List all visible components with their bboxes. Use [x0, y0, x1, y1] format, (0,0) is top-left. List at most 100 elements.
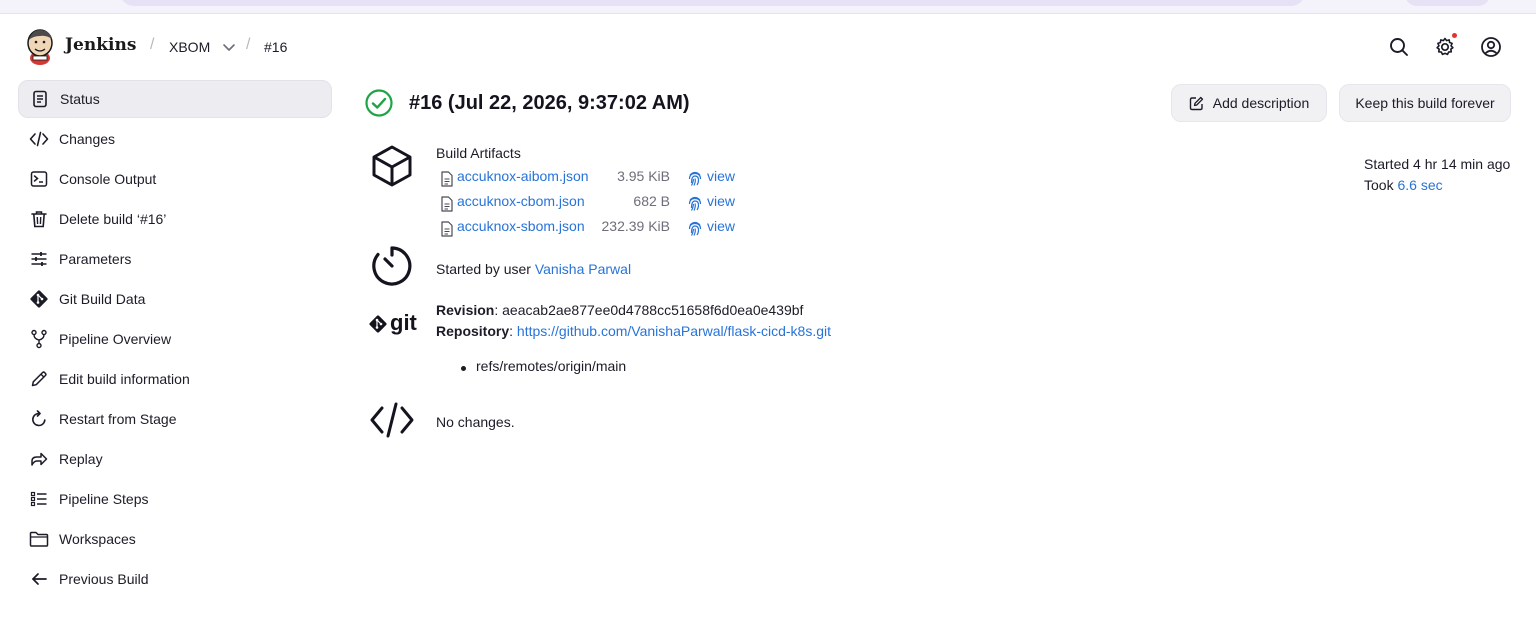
artifact-row: accuknox-sbom.json 232.39 KiB view: [440, 218, 750, 238]
sidebar-item-changes[interactable]: Changes: [18, 120, 332, 158]
sidebar-item-label: Status: [60, 91, 100, 107]
started-ago-text: Started 4 hr 14 min ago: [1364, 156, 1511, 172]
package-icon: [372, 145, 412, 187]
artifact-file-size: 682 B: [633, 193, 670, 209]
sidebar-item-label: Workspaces: [59, 531, 136, 547]
sidebar-item-edit-build-information[interactable]: Edit build information: [18, 360, 332, 398]
chevron-down-icon[interactable]: [222, 40, 236, 54]
success-check-icon: [365, 89, 393, 117]
sidebar-item-label: Git Build Data: [59, 291, 146, 307]
pencil-icon: [29, 369, 49, 389]
sidebar-item-label: Pipeline Overview: [59, 331, 172, 347]
sidebar-item-replay[interactable]: Replay: [18, 440, 332, 478]
branch-ref: refs/remotes/origin/main: [476, 358, 627, 374]
breadcrumb-job[interactable]: XBOM: [169, 39, 210, 55]
git-icon: [29, 289, 49, 309]
artifact-file-size: 232.39 KiB: [601, 218, 671, 234]
gear-icon[interactable]: [1434, 36, 1456, 58]
build-artifacts-link[interactable]: Build Artifacts: [436, 145, 521, 161]
trash-icon: [29, 209, 49, 229]
steps-icon: [29, 489, 49, 509]
breadcrumb-separator: /: [246, 36, 251, 53]
list-bullet: [461, 366, 466, 371]
timer-icon: [372, 246, 412, 286]
code-icon: [29, 129, 49, 149]
artifact-file-link[interactable]: accuknox-aibom.json: [457, 168, 589, 184]
fingerprint-icon[interactable]: [687, 220, 703, 237]
fingerprint-icon[interactable]: [687, 195, 703, 212]
app-name[interactable]: Jenkins: [65, 35, 136, 55]
artifact-file-size: 3.95 KiB: [617, 168, 670, 184]
top-header: Jenkins / XBOM / #16: [0, 14, 1536, 78]
sidebar-item-label: Previous Build: [59, 571, 149, 587]
breadcrumb-build[interactable]: #16: [264, 39, 287, 55]
file-icon: [441, 196, 453, 212]
edit-icon: [1189, 96, 1203, 110]
took-duration-link[interactable]: 6.6 sec: [1397, 177, 1442, 193]
sidebar-item-label: Console Output: [59, 171, 157, 187]
sidebar-item-parameters[interactable]: Parameters: [18, 240, 332, 278]
pipeline-icon: [29, 329, 49, 349]
no-changes-text: No changes.: [436, 414, 515, 430]
repository-row: Repository: https://github.com/VanishaPa…: [436, 323, 832, 339]
sidebar: Status Changes Console Output Delete bui…: [18, 80, 332, 600]
status-icon: [30, 89, 50, 109]
browser-button[interactable]: [1405, 0, 1490, 6]
user-link[interactable]: Vanisha Parwal: [535, 261, 631, 277]
sidebar-item-label: Delete build ‘#16’: [59, 211, 167, 227]
git-logo-text: git: [390, 310, 417, 335]
sidebar-item-workspaces[interactable]: Workspaces: [18, 520, 332, 558]
user-icon[interactable]: [1480, 36, 1502, 58]
took-label: Took: [1364, 177, 1394, 193]
view-fingerprint-link[interactable]: view: [707, 218, 735, 234]
sidebar-item-git-build-data[interactable]: Git Build Data: [18, 280, 332, 318]
started-by-label: Started by user: [436, 261, 531, 277]
artifact-file-link[interactable]: accuknox-cbom.json: [457, 193, 585, 209]
add-description-label: Add description: [1212, 95, 1310, 111]
started-by-row: Started by user Vanisha Parwal: [436, 261, 631, 277]
revision-row: Revision: aeacab2ae877ee0d4788cc51658f6d…: [436, 302, 804, 318]
replay-icon: [29, 449, 49, 469]
sidebar-item-status[interactable]: Status: [18, 80, 332, 118]
git-logo: git: [368, 310, 418, 336]
artifact-file-link[interactable]: accuknox-sbom.json: [457, 218, 585, 234]
repository-label: Repository: [436, 323, 510, 339]
sidebar-item-console-output[interactable]: Console Output: [18, 160, 332, 198]
sidebar-item-label: Changes: [59, 131, 116, 147]
page-title: #16 (Jul 22, 2026, 9:37:02 AM): [409, 92, 690, 114]
file-icon: [441, 171, 453, 187]
revision-label: Revision: [436, 302, 495, 318]
restart-icon: [29, 409, 49, 429]
repository-link[interactable]: https://github.com/VanishaParwal/flask-c…: [517, 323, 831, 339]
sidebar-item-previous-build[interactable]: Previous Build: [18, 560, 332, 598]
notification-dot: [1452, 33, 1457, 38]
browser-top-strip: [0, 0, 1536, 14]
sidebar-item-pipeline-overview[interactable]: Pipeline Overview: [18, 320, 332, 358]
browser-address-bar[interactable]: [120, 0, 1305, 6]
add-description-button[interactable]: Add description: [1171, 84, 1327, 122]
breadcrumb-separator: /: [150, 36, 155, 53]
sliders-icon: [29, 249, 49, 269]
sidebar-item-pipeline-steps[interactable]: Pipeline Steps: [18, 480, 332, 518]
sidebar-item-label: Parameters: [59, 251, 132, 267]
search-icon[interactable]: [1388, 36, 1410, 58]
took-row: Took 6.6 sec: [1364, 177, 1443, 193]
git-logo-icon: [369, 315, 387, 333]
revision-hash: aeacab2ae877ee0d4788cc51658f6d0ea0e439bf: [502, 302, 804, 318]
sidebar-item-label: Edit build information: [59, 371, 190, 387]
artifact-row: accuknox-aibom.json 3.95 KiB view: [440, 168, 750, 188]
folder-icon: [29, 529, 49, 549]
jenkins-logo-icon[interactable]: [24, 27, 56, 65]
sidebar-item-label: Restart from Stage: [59, 411, 177, 427]
arrow-left-icon: [29, 569, 49, 589]
sidebar-item-restart-from-stage[interactable]: Restart from Stage: [18, 400, 332, 438]
view-fingerprint-link[interactable]: view: [707, 168, 735, 184]
artifact-row: accuknox-cbom.json 682 B view: [440, 193, 750, 213]
sidebar-item-delete-build[interactable]: Delete build ‘#16’: [18, 200, 332, 238]
file-icon: [441, 221, 453, 237]
terminal-icon: [29, 169, 49, 189]
fingerprint-icon[interactable]: [687, 170, 703, 187]
sidebar-item-label: Pipeline Steps: [59, 491, 149, 507]
view-fingerprint-link[interactable]: view: [707, 193, 735, 209]
keep-build-forever-button[interactable]: Keep this build forever: [1339, 84, 1511, 122]
